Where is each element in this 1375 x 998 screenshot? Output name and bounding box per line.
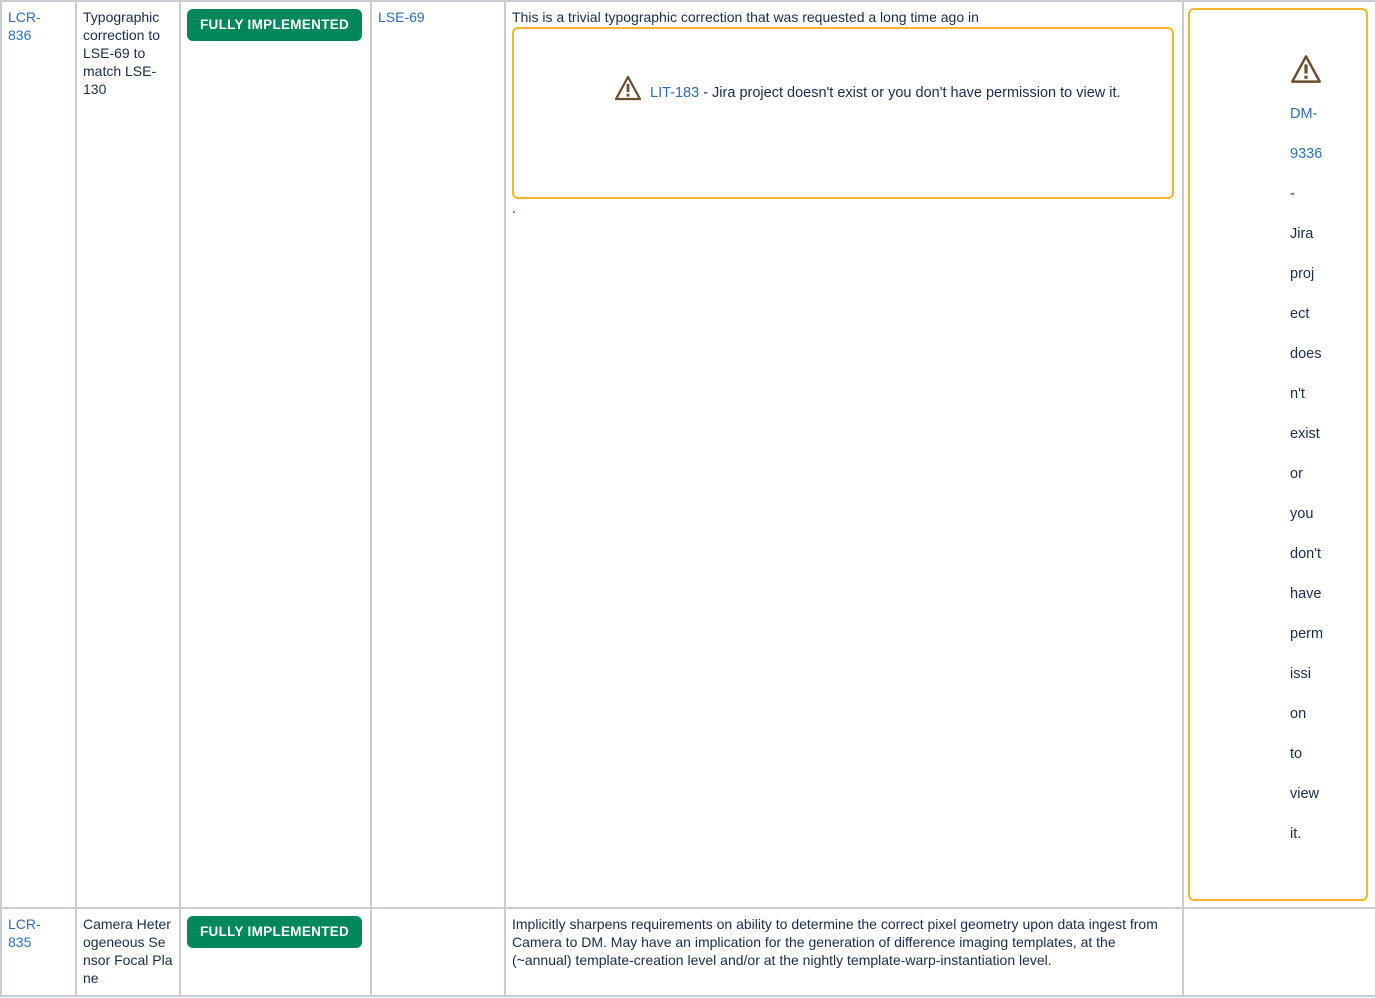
description-text: This is a trivial typographic correction…: [512, 9, 979, 25]
jira-error-message: - Jira proj ect does n't exist or you don't have pe…: [1290, 186, 1324, 842]
title-cell: Typographic correction to LSE-69 to matc…: [75, 0, 181, 909]
jira-link[interactable]: LIT-183: [650, 85, 699, 101]
jira-link[interactable]: DM- 9336: [1290, 94, 1340, 174]
extra-cell: [1182, 907, 1375, 997]
row-title: Typographic correction to LSE-69 to matc…: [83, 9, 161, 97]
status-badge: FULLY IMPLEMENTED: [187, 9, 363, 41]
affected-doc-cell: [370, 907, 506, 997]
title-cell: Camera Heterogeneous Sensor Focal Plane: [75, 907, 181, 997]
id-cell: LCR- 835: [0, 907, 77, 997]
lcr-link[interactable]: LCR- 836: [8, 9, 41, 43]
status-cell: FULLY IMPLEMENTED: [179, 0, 372, 909]
jira-error-message: - Jira project doesn't exist or you don'…: [699, 85, 1121, 101]
description-cell: This is a trivial typographic correction…: [504, 0, 1184, 909]
jira-issue-macro-narrow: DM- 9336 - Jira proj ect does n't exist or you don…: [1188, 8, 1368, 901]
doc-link[interactable]: LSE-69: [378, 9, 425, 25]
status-badge: FULLY IMPLEMENTED: [187, 916, 363, 948]
change-requests-table: LCR- 836 Typographic correction to LSE-69…: [0, 0, 1375, 997]
warning-icon: [1290, 54, 1340, 94]
table-row: LCR- 836 Typographic correction to LSE-69…: [0, 0, 1375, 909]
description-text: Implicitly sharpens requirements on abil…: [512, 916, 1158, 968]
lcr-link[interactable]: LCR- 835: [8, 916, 41, 950]
table-row: LCR- 835 Camera Heterogeneous Sensor Foca…: [0, 907, 1375, 997]
id-cell: LCR- 836: [0, 0, 77, 909]
description-cell: Implicitly sharpens requirements on abil…: [504, 907, 1184, 997]
status-cell: FULLY IMPLEMENTED: [179, 907, 372, 997]
row-title: Camera Heterogeneous Sensor Focal Plane: [83, 916, 173, 986]
description-suffix: .: [512, 200, 516, 216]
jira-issue-macro: LIT-183 - Jira project doesn't exist or …: [512, 27, 1174, 199]
warning-icon: [614, 75, 642, 117]
affected-doc-cell: LSE-69: [370, 0, 506, 909]
